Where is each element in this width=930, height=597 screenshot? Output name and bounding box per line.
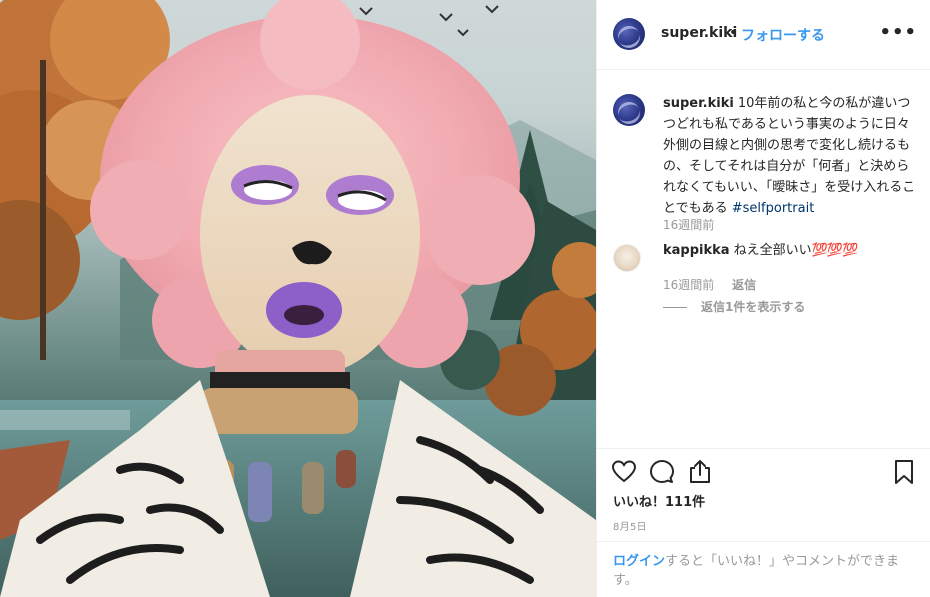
post-caption: super.kiki 10年前の私と今の私が違いつつどれも私であるという事実のよう… <box>663 93 919 219</box>
more-options-icon[interactable]: ••• <box>879 22 917 43</box>
share-icon[interactable] <box>687 459 713 485</box>
bookmark-icon[interactable] <box>891 459 917 485</box>
view-replies-label: 返信1件を表示する <box>701 300 806 314</box>
comment-timestamp: 16週間前 <box>663 278 715 292</box>
comment-meta: 16週間前 返信 <box>663 276 756 293</box>
photo-illustration <box>0 0 596 597</box>
view-replies-button[interactable]: 返信1件を表示する <box>663 298 805 315</box>
commenter-username[interactable]: kappikka <box>663 243 730 258</box>
post-details-panel: super.kiki • フォローする ••• super.kiki 10年前の私… <box>596 0 930 597</box>
comment-text: ねえ全部いい <box>733 243 812 258</box>
separator-dot: • <box>729 25 738 41</box>
post-photo[interactable] <box>0 0 596 597</box>
comment-item: kappikka ねえ全部いい💯💯💯 <box>663 242 859 260</box>
post-header: super.kiki • フォローする ••• <box>597 0 930 70</box>
like-count[interactable]: いいね！111件 <box>613 491 705 510</box>
instagram-post: super.kiki • フォローする ••• super.kiki 10年前の私… <box>0 0 930 597</box>
reply-button[interactable]: 返信 <box>732 278 756 292</box>
login-link[interactable]: ログイン <box>613 554 665 569</box>
caption-text: 10年前の私と今の私が違いつつどれも私であるという事実のように日々外側の目線と内… <box>663 96 916 216</box>
author-username[interactable]: super.kiki <box>661 25 737 41</box>
replies-divider <box>663 307 687 308</box>
avatar[interactable] <box>613 18 645 50</box>
follow-button[interactable]: フォローする <box>741 25 825 45</box>
hashtag-link[interactable]: #selfportrait <box>732 201 815 216</box>
post-date: 8月5日 <box>613 522 647 533</box>
caption-username[interactable]: super.kiki <box>663 96 734 111</box>
heart-icon[interactable] <box>611 459 637 485</box>
login-prompt: ログインすると「いいね！」やコメントができます。 <box>597 541 930 597</box>
comment-bubble-icon[interactable] <box>649 459 675 485</box>
comment-emoji: 💯💯💯 <box>811 243 859 258</box>
caption-avatar[interactable] <box>613 94 645 126</box>
commenter-avatar[interactable] <box>613 244 641 272</box>
caption-timestamp: 16週間前 <box>663 218 715 232</box>
